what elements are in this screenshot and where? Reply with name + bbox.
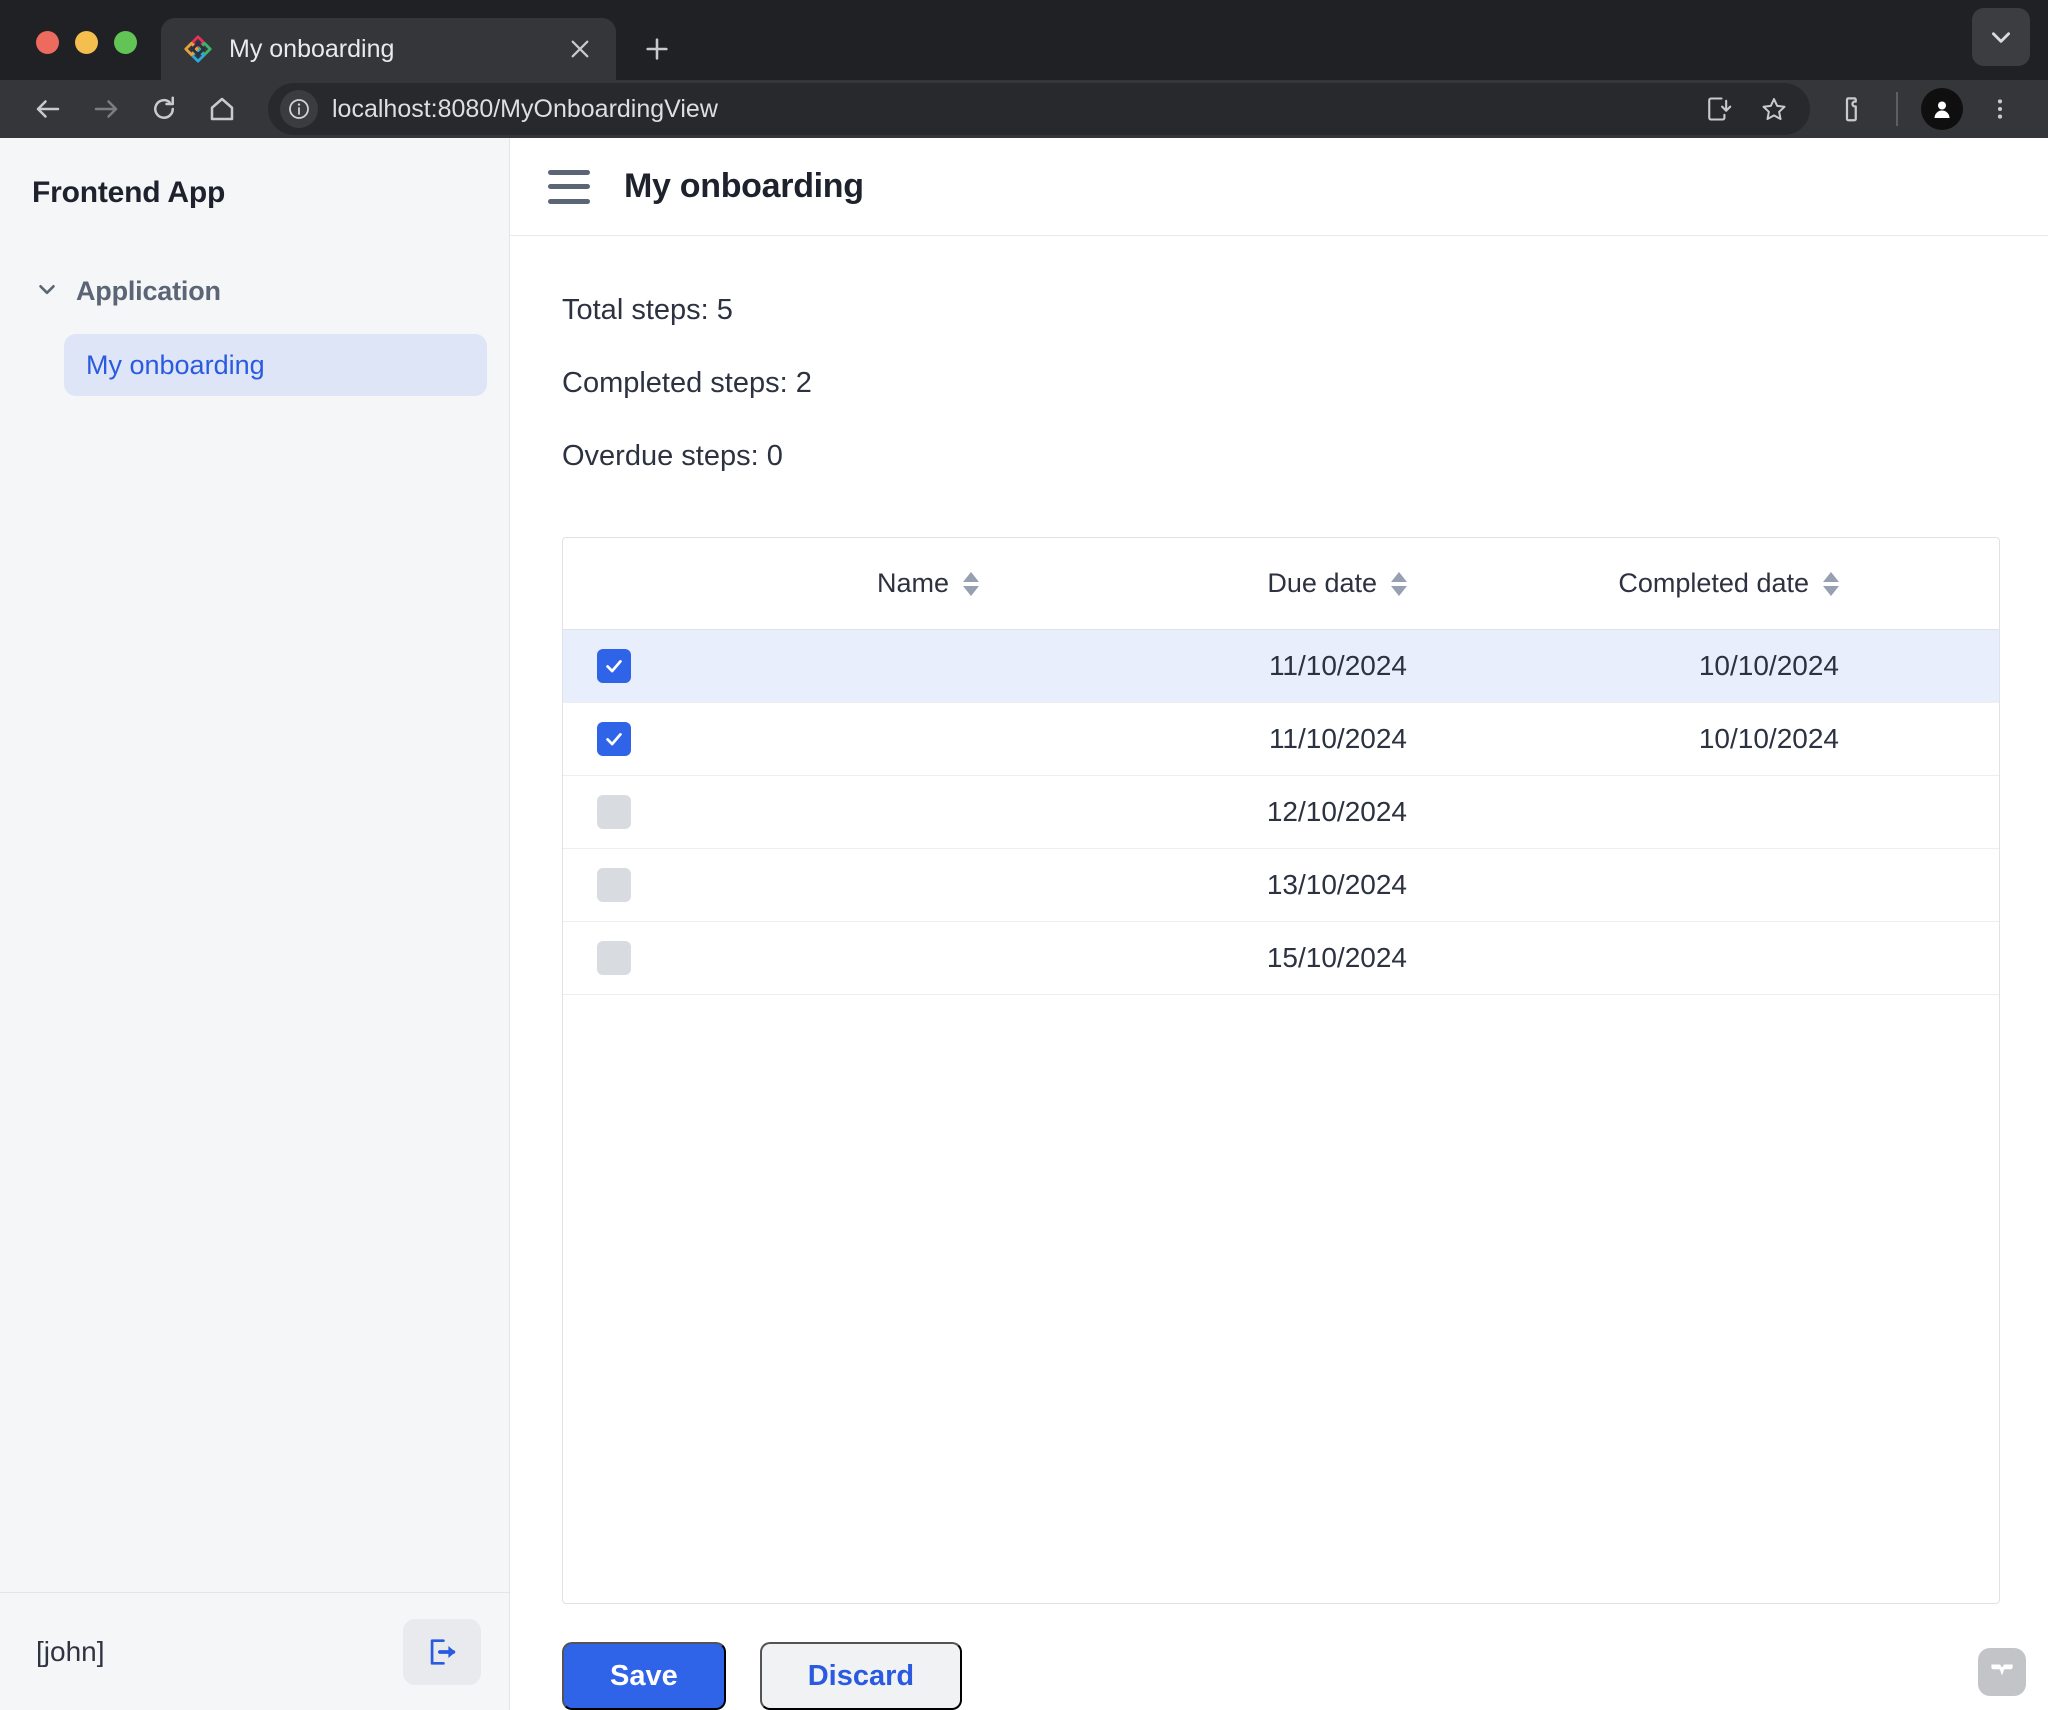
stat-total-steps: Total steps: 5 — [562, 294, 733, 326]
sidebar-item-my-onboarding[interactable]: My onboarding — [64, 334, 487, 396]
sidebar-nav: Application My onboarding — [0, 210, 509, 396]
step-checkbox[interactable] — [597, 868, 631, 902]
cell-name — [563, 722, 1023, 756]
sidebar-section-label: Application — [76, 275, 221, 306]
cell-due-date: 12/10/2024 — [1266, 796, 1407, 827]
reload-icon[interactable] — [138, 83, 190, 135]
browser-window: My onboarding localhost:8080/MyOnboardin… — [0, 0, 2048, 1710]
sort-arrows-icon[interactable] — [1391, 571, 1407, 596]
save-button[interactable]: Save — [562, 1642, 726, 1710]
cell-completed-date: 10/10/2024 — [1698, 650, 1839, 681]
arrow-right-icon[interactable] — [80, 83, 132, 135]
column-header-due-date[interactable]: Due date — [1023, 568, 1443, 599]
step-checkbox[interactable] — [597, 722, 631, 756]
arrow-left-icon[interactable] — [22, 83, 74, 135]
hamburger-menu-icon[interactable] — [548, 169, 590, 204]
close-icon[interactable] — [562, 31, 598, 67]
cell-name — [563, 941, 1023, 975]
sidebar-section-application[interactable]: Application — [22, 268, 487, 314]
column-header-name[interactable]: Name — [563, 568, 1023, 599]
sort-arrows-icon[interactable] — [1823, 571, 1839, 596]
home-icon[interactable] — [196, 83, 248, 135]
plus-icon[interactable] — [634, 26, 680, 72]
address-bar[interactable]: localhost:8080/MyOnboardingView — [268, 83, 1810, 135]
toolbar-divider — [1896, 92, 1898, 126]
extensions-puzzle-icon[interactable] — [1826, 83, 1878, 135]
discard-button[interactable]: Discard — [759, 1642, 963, 1710]
table-row[interactable]: 12/10/2024 — [563, 776, 1999, 849]
vaadin-diamond-icon — [183, 34, 213, 64]
cell-due-date: 13/10/2024 — [1266, 869, 1407, 900]
chevron-down-icon — [34, 276, 60, 307]
logout-icon[interactable] — [403, 1618, 481, 1685]
cell-name — [563, 795, 1023, 829]
three-dots-menu-icon[interactable] — [1974, 83, 2026, 135]
close-window-button[interactable] — [36, 31, 59, 54]
browser-tab[interactable]: My onboarding — [161, 18, 616, 80]
step-checkbox[interactable] — [597, 795, 631, 829]
window-traffic-lights — [24, 31, 137, 80]
column-header-due-date-label: Due date — [1267, 568, 1377, 598]
browser-tab-strip: My onboarding — [0, 0, 2048, 80]
cell-due-date: 15/10/2024 — [1266, 942, 1407, 973]
omnibox-actions — [1692, 83, 1800, 135]
column-header-completed-date[interactable]: Completed date — [1443, 568, 1883, 599]
app-title: Frontend App — [32, 176, 226, 209]
chevron-down-icon[interactable] — [1972, 8, 2030, 66]
stat-overdue-steps: Overdue steps: 0 — [562, 440, 783, 472]
column-header-name-label: Name — [876, 568, 949, 598]
table-row[interactable]: 13/10/2024 — [563, 849, 1999, 922]
app-sidebar: Frontend App Application My onboarding [… — [0, 138, 510, 1710]
table-row[interactable]: 15/10/2024 — [563, 922, 1999, 995]
tab-title: My onboarding — [229, 34, 395, 63]
step-checkbox[interactable] — [597, 941, 631, 975]
main-content: My onboarding Total steps: 5 Completed s… — [510, 138, 2048, 1710]
onboarding-steps-grid: Name Due date Completed date 11/10/2024 … — [562, 537, 2000, 1604]
grid-body: 11/10/2024 10/10/2024 11/10/2024 10/10/2… — [563, 630, 1999, 1603]
current-user-label: [john] — [36, 1635, 105, 1667]
main-header: My onboarding — [510, 138, 2048, 236]
form-actions: Save Discard — [562, 1604, 2000, 1710]
minimize-window-button[interactable] — [75, 31, 98, 54]
table-row[interactable]: 11/10/2024 10/10/2024 — [563, 703, 1999, 776]
page-title: My onboarding — [624, 167, 864, 205]
sort-arrows-icon[interactable] — [963, 571, 979, 596]
url-text: localhost:8080/MyOnboardingView — [332, 94, 718, 123]
install-app-icon[interactable] — [1692, 83, 1744, 135]
maximize-window-button[interactable] — [114, 31, 137, 54]
info-circle-icon[interactable] — [280, 90, 318, 128]
cell-due-date: 11/10/2024 — [1268, 650, 1407, 681]
profile-avatar-icon[interactable] — [1916, 83, 1968, 135]
step-checkbox[interactable] — [597, 649, 631, 683]
sidebar-footer: [john] — [0, 1592, 509, 1710]
stat-completed-steps: Completed steps: 2 — [562, 367, 812, 399]
vaadin-logo-icon[interactable] — [1978, 1648, 2026, 1696]
column-header-completed-date-label: Completed date — [1618, 568, 1809, 598]
sidebar-item-label: My onboarding — [86, 349, 265, 380]
table-row[interactable]: 11/10/2024 10/10/2024 — [563, 630, 1999, 703]
browser-toolbar: localhost:8080/MyOnboardingView — [0, 80, 2048, 138]
cell-name — [563, 868, 1023, 902]
cell-due-date: 11/10/2024 — [1268, 723, 1407, 754]
cell-name — [563, 649, 1023, 683]
cell-completed-date: 10/10/2024 — [1698, 723, 1839, 754]
grid-header-row: Name Due date Completed date — [563, 538, 1999, 630]
main-body: Total steps: 5 Completed steps: 2 Overdu… — [510, 236, 2048, 1710]
page-viewport: Frontend App Application My onboarding [… — [0, 138, 2048, 1710]
star-icon[interactable] — [1748, 83, 1800, 135]
